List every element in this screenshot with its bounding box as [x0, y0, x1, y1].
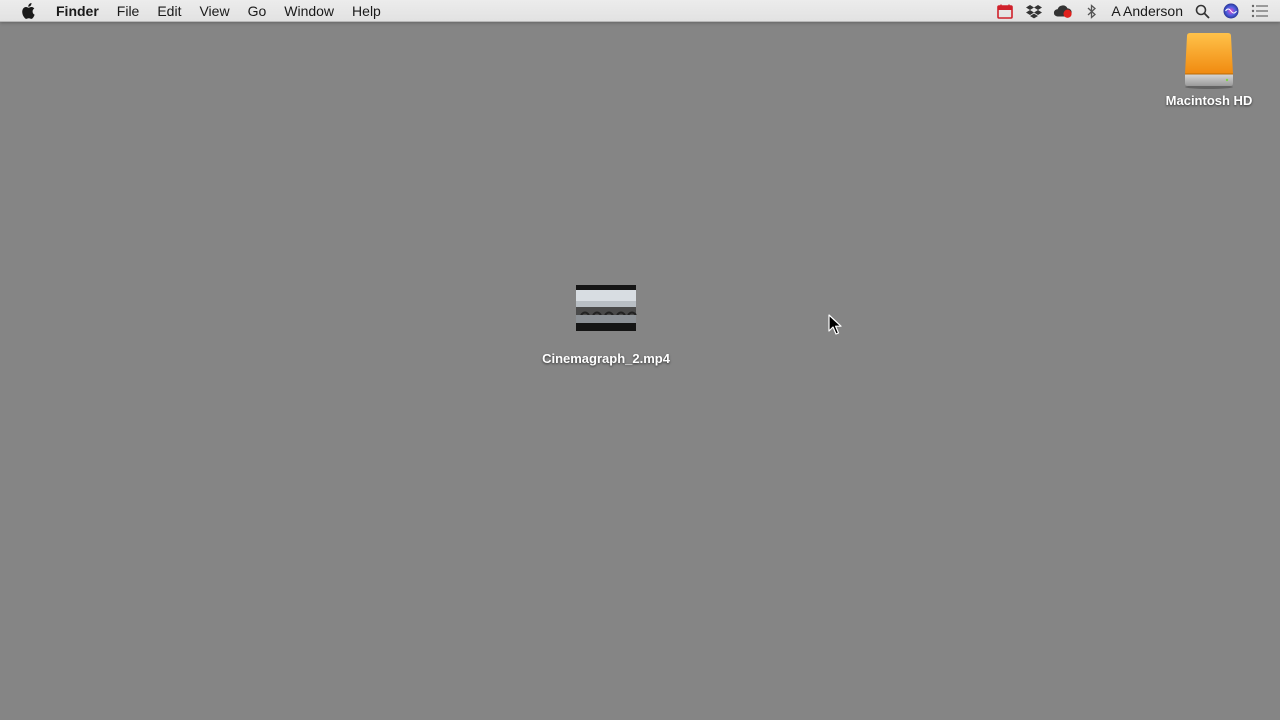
menu-view[interactable]: View	[190, 0, 238, 22]
menu-bar-left: Finder File Edit View Go Window Help	[0, 0, 390, 22]
icon-label-cinemagraph: Cinemagraph_2.mp4	[542, 351, 670, 366]
menu-file[interactable]: File	[108, 0, 149, 22]
siri-icon[interactable]	[1221, 0, 1241, 22]
dropbox-icon[interactable]	[1024, 0, 1044, 22]
menu-window[interactable]: Window	[275, 0, 343, 22]
spotlight-search-icon[interactable]	[1192, 0, 1212, 22]
calendar-icon[interactable]	[995, 0, 1015, 22]
hard-drive-icon	[1185, 33, 1233, 89]
menu-go[interactable]: Go	[239, 0, 276, 22]
menu-bar: Finder File Edit View Go Window Help A A…	[0, 0, 1280, 22]
video-file-thumbnail	[576, 285, 637, 331]
menu-help[interactable]: Help	[343, 0, 390, 22]
apple-icon[interactable]	[0, 0, 56, 22]
creative-cloud-icon[interactable]	[1053, 0, 1073, 22]
icon-label-macintosh-hd: Macintosh HD	[1165, 93, 1253, 108]
desktop-icon-macintosh-hd[interactable]: Macintosh HD	[1150, 30, 1268, 110]
user-name[interactable]: A Anderson	[1111, 0, 1183, 22]
menu-bar-right: A Anderson	[986, 0, 1280, 22]
bluetooth-icon[interactable]	[1082, 0, 1102, 22]
notification-center-icon[interactable]	[1250, 0, 1270, 22]
desktop-icon-cinemagraph[interactable]: Cinemagraph_2.mp4	[536, 284, 676, 368]
menu-finder[interactable]: Finder	[56, 0, 108, 22]
mouse-cursor-icon	[828, 314, 842, 335]
menu-edit[interactable]: Edit	[148, 0, 190, 22]
